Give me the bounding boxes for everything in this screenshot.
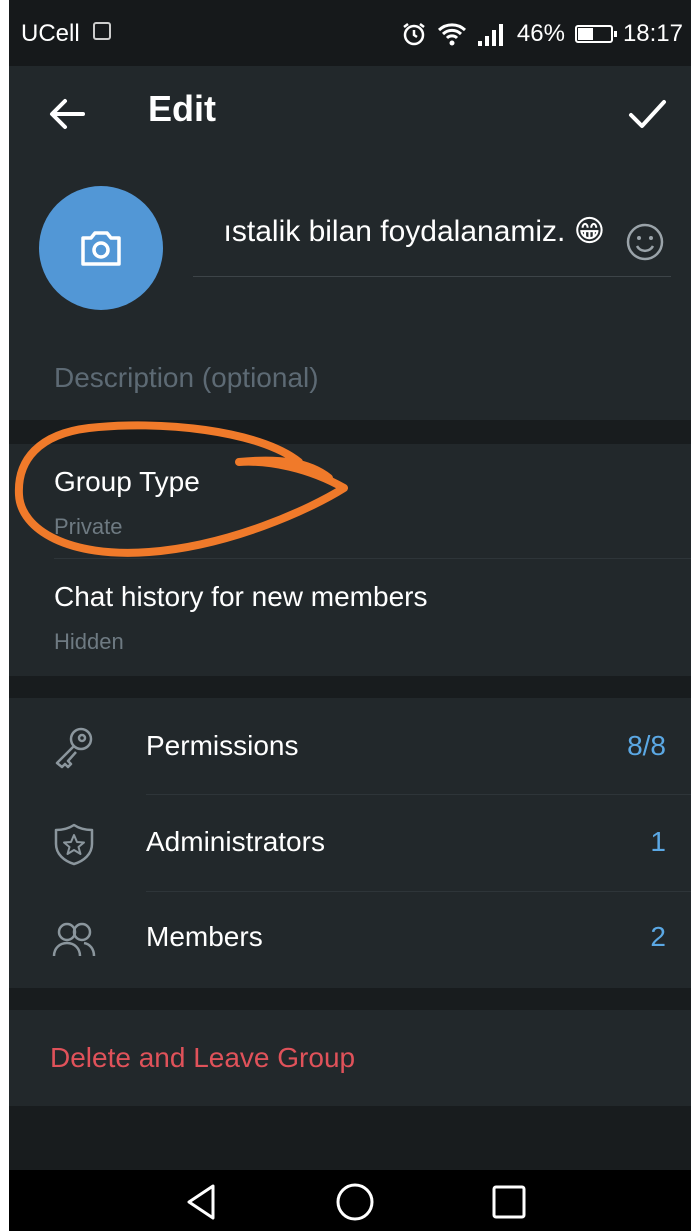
app-header: Edit (9, 66, 691, 164)
members-row[interactable]: Members 2 (9, 892, 691, 988)
group-name-input[interactable]: ıstalik bilan foydalanamiz. 😁 (193, 214, 613, 260)
sim-notification-icon (93, 22, 111, 40)
permissions-row[interactable]: Permissions 8/8 (9, 698, 691, 794)
shield-star-icon (54, 823, 94, 866)
group-photo-button[interactable] (39, 186, 163, 310)
back-arrow-icon[interactable] (43, 90, 91, 138)
status-icons: 46% 18:17 (401, 20, 683, 48)
chat-history-title: Chat history for new members (54, 581, 428, 612)
bottom-spacer (9, 1106, 691, 1170)
android-navigation-bar (9, 1170, 691, 1231)
battery-percent: 46% (516, 20, 565, 47)
members-label: Members (146, 921, 263, 952)
administrators-row[interactable]: Administrators 1 (9, 795, 691, 891)
description-input[interactable]: Description (optional) (54, 362, 319, 394)
administrators-label: Administrators (146, 826, 325, 857)
delete-and-leave-button[interactable]: Delete and Leave Group (50, 1042, 355, 1074)
administrators-count: 1 (650, 826, 666, 857)
section-gap (9, 988, 691, 1010)
chat-history-value: Hidden (54, 629, 124, 654)
group-type-value: Private (54, 514, 123, 539)
emoji-smile-icon[interactable] (625, 222, 665, 262)
members-count: 2 (650, 921, 666, 952)
clock: 18:17 (622, 20, 683, 47)
battery-icon (574, 25, 617, 43)
members-icon (52, 922, 96, 957)
nav-back-icon[interactable] (179, 1180, 223, 1224)
status-bar: UCell 46% 18:17 (9, 0, 691, 66)
confirm-check-icon[interactable] (623, 90, 671, 138)
chat-history-row[interactable]: Chat history for new members Hidden (9, 559, 691, 676)
group-name-underline (193, 276, 671, 277)
permissions-count: 8/8 (627, 730, 666, 761)
permissions-label: Permissions (146, 730, 299, 761)
group-type-title: Group Type (54, 466, 200, 497)
camera-icon (81, 231, 121, 266)
nav-home-icon[interactable] (333, 1180, 377, 1224)
nav-recents-icon[interactable] (487, 1180, 531, 1224)
signal-icon (477, 24, 503, 46)
group-management-section: Permissions 8/8 Administrators 1 Members… (9, 698, 691, 988)
group-name-text: ıstalik bilan foydalanamiz. 😁 (223, 215, 605, 248)
group-type-row[interactable]: Group Type Private (9, 444, 691, 558)
group-settings-section: Group Type Private Chat history for new … (9, 444, 691, 676)
carrier-name: UCell (21, 20, 80, 47)
page-title: Edit (148, 88, 216, 129)
alarm-icon (403, 23, 425, 46)
wifi-icon (437, 23, 466, 46)
telegram-edit-group-screen: UCell 46% 18:17 Edit ıstalik bilan foyda… (9, 0, 691, 1231)
section-gap (9, 420, 691, 444)
key-icon (55, 727, 93, 769)
section-gap (9, 676, 691, 698)
